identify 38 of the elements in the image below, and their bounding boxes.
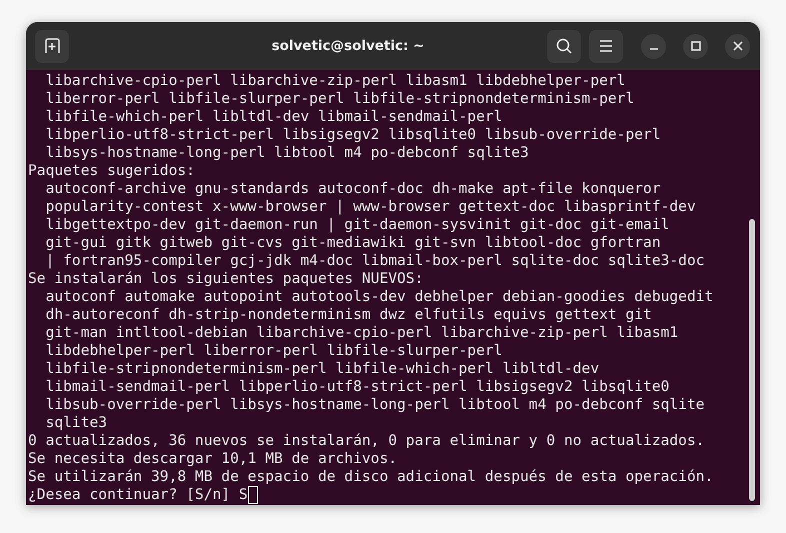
close-button[interactable] [725, 34, 750, 58]
terminal-line: liberror-perl libfile-slurper-perl libfile-stripnondeterminism-perl [44, 90, 636, 108]
search-icon [555, 37, 573, 55]
terminal-line: autoconf automake autopoint autotools-dev debhelper debian-goodies debugedit [44, 288, 714, 306]
menu-button[interactable] [589, 30, 623, 62]
terminal-line: | fortran95-compiler gcj-jdk m4-doc libmail-box-perl sqlite-doc sqlite3-doc [44, 252, 706, 270]
terminal-line: libarchive-cpio-perl libarchive-zip-perl libasm1 libdebhelper-perl [44, 72, 626, 90]
scrollbar-thumb[interactable] [749, 219, 755, 501]
terminal-line: sqlite3 [44, 414, 108, 432]
terminal-line: 0 actualizados, 36 nuevos se instalarán, 0 para eliminar y 0 no actualizados. [28, 432, 706, 450]
terminal-line: dh-autoreconf dh-strip-nondeterminism dwz elfutils equivs gettext git [44, 306, 653, 324]
terminal-line: libdebhelper-perl liberror-perl libfile-slurper-perl [44, 342, 504, 360]
menu-icon [598, 39, 614, 53]
new-tab-icon [43, 37, 61, 55]
search-button[interactable] [547, 30, 581, 62]
terminal-line: libsys-hostname-long-perl libtool m4 po-debconf sqlite3 [44, 144, 530, 162]
terminal-line: libperlio-utf8-strict-perl libsigsegv2 libsqlite0 libsub-override-perl [44, 126, 662, 144]
terminal-line: libfile-which-perl libltdl-dev libmail-sendmail-perl [44, 108, 504, 126]
terminal-line: Paquetes sugeridos: [28, 162, 196, 180]
terminal-line: libsub-override-perl libsys-hostname-long-perl libtool m4 po-debconf sqlite [44, 396, 706, 414]
terminal-line: popularity-contest x-www-browser | www-browser gettext-doc libasprintf-dev [44, 198, 697, 216]
terminal-line: libgettextpo-dev git-daemon-run | git-daemon-sysvinit git-doc git-email [44, 216, 670, 234]
minimize-button[interactable] [641, 34, 666, 58]
window-title: solvetic@solvetic: ~ [270, 38, 426, 54]
new-tab-button[interactable] [35, 30, 69, 62]
terminal-line: Se necesita descargar 10,1 MB de archivos. [28, 450, 398, 468]
terminal-line: Se utilizarán 39,8 MB de espacio de disco adicional después de esta operación. [28, 468, 714, 486]
terminal-line: git-gui gitk gitweb git-cvs git-mediawiki git-svn libtool-doc gfortran [44, 234, 662, 252]
maximize-icon [690, 41, 700, 51]
terminal-line: git-man intltool-debian libarchive-cpio-perl libarchive-zip-perl libasm1 [44, 324, 680, 342]
terminal-line: libfile-stripnondeterminism-perl libfile-which-perl libltdl-dev [44, 360, 600, 378]
minimize-icon [650, 48, 658, 50]
close-icon [732, 41, 742, 51]
terminal-line: Se instalarán los siguientes paquetes NUEVOS: [28, 270, 424, 288]
terminal-line: autoconf-archive gnu-standards autoconf-doc dh-make apt-file konqueror [44, 180, 662, 198]
prompt-line: ¿Desea continuar? [S/n] S [28, 486, 248, 504]
terminal-line: libmail-sendmail-perl libperlio-utf8-strict-perl libsigsegv2 libsqlite0 [44, 378, 670, 396]
maximize-button[interactable] [683, 34, 708, 58]
